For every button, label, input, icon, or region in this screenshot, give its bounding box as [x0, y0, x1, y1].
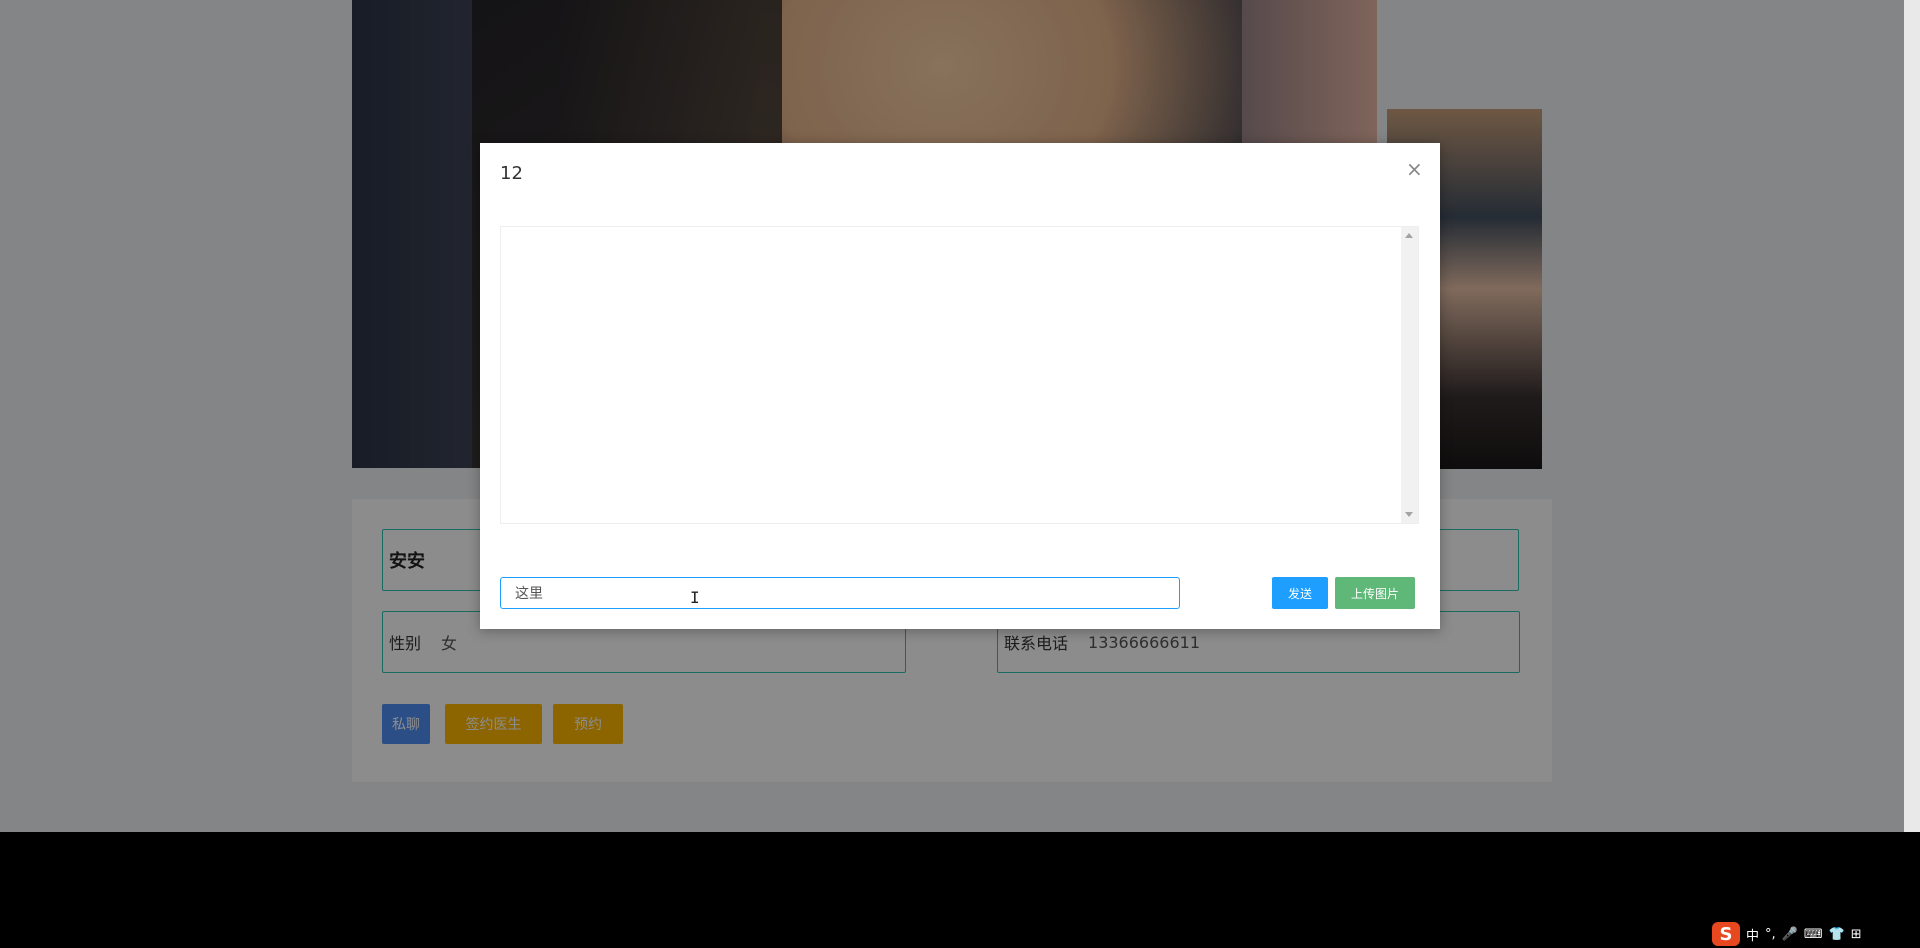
ime-logo-icon[interactable]: S [1712, 922, 1740, 946]
chat-message-area[interactable] [500, 226, 1419, 524]
system-tray: S 中 °, 🎤 ⌨ 👕 ⊞ [1712, 920, 1920, 948]
scroll-down-icon[interactable] [1405, 512, 1413, 517]
close-icon[interactable]: × [1406, 159, 1423, 179]
grid-menu-icon[interactable]: ⊞ [1851, 927, 1862, 942]
page-scrollbar[interactable] [1904, 0, 1920, 832]
microphone-icon[interactable]: 🎤 [1782, 927, 1798, 942]
text-cursor-icon: I [690, 588, 700, 607]
skin-icon[interactable]: 👕 [1829, 927, 1845, 942]
modal-title: 12 [500, 163, 523, 184]
ime-language-indicator[interactable]: 中 [1746, 925, 1759, 944]
message-input[interactable] [500, 577, 1180, 609]
chat-scrollbar[interactable] [1401, 227, 1418, 523]
desktop-black-area [0, 832, 1920, 948]
chat-modal: 12 × 发送 上传图片 [480, 143, 1440, 629]
ime-punctuation-indicator[interactable]: °, [1765, 927, 1776, 942]
keyboard-icon[interactable]: ⌨ [1804, 927, 1823, 942]
send-button[interactable]: 发送 [1272, 577, 1328, 609]
upload-image-button[interactable]: 上传图片 [1335, 577, 1415, 609]
scroll-up-icon[interactable] [1405, 233, 1413, 238]
